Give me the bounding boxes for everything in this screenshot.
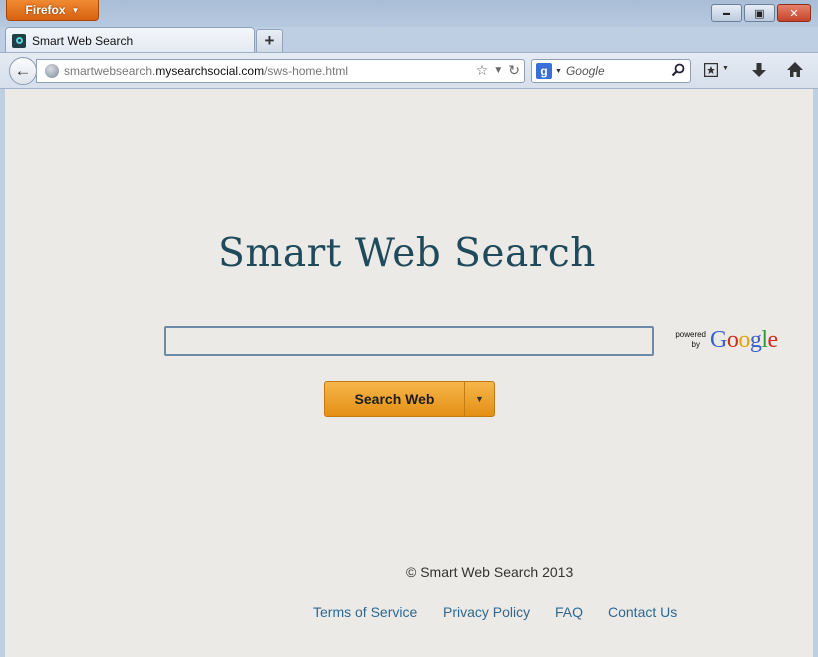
chevron-down-icon[interactable]: ▼ xyxy=(722,65,729,72)
search-input[interactable] xyxy=(164,326,654,356)
google-logo-letter: o xyxy=(726,327,739,353)
reload-icon[interactable]: ↻ xyxy=(508,62,520,79)
bookmarks-menu-icon[interactable] xyxy=(704,63,718,77)
search-placeholder: Google xyxy=(565,64,605,78)
window-controls: ▬ ▣ ✕ xyxy=(711,4,811,22)
chevron-down-icon[interactable]: ▼ xyxy=(555,68,562,75)
contact-us-link[interactable]: Contact Us xyxy=(608,604,677,620)
minimize-button[interactable]: ▬ xyxy=(711,4,742,22)
magnifier-icon[interactable] xyxy=(671,63,685,77)
url-domain: mysearchsocial.com xyxy=(155,64,265,78)
minimize-icon: ▬ xyxy=(723,9,730,17)
powered-by-google: powered by Google xyxy=(668,327,793,357)
google-logo-letter: o xyxy=(738,327,750,353)
firefox-menu-label: Firefox xyxy=(25,3,66,17)
search-web-button[interactable]: Search Web xyxy=(325,382,465,416)
download-icon[interactable] xyxy=(752,63,766,78)
globe-icon xyxy=(45,64,59,78)
google-logo-letter: e xyxy=(767,327,779,353)
history-dropdown-icon[interactable]: ▼ xyxy=(493,65,503,79)
google-engine-icon[interactable]: g xyxy=(536,63,552,79)
url-bar[interactable]: smartwebsearch.mysearchsocial.com/sws-ho… xyxy=(36,59,525,83)
powered-by-line2: by xyxy=(691,340,700,349)
restore-button[interactable]: ▣ xyxy=(744,4,775,22)
home-icon[interactable] xyxy=(787,62,803,77)
google-logo-letter: g xyxy=(749,327,762,353)
url-prefix: smartwebsearch. xyxy=(64,64,156,78)
page-title: Smart Web Search xyxy=(218,231,596,276)
plus-icon: + xyxy=(264,31,275,50)
firefox-menu-button[interactable]: Firefox ▼ xyxy=(6,0,99,21)
powered-by-label: powered by xyxy=(668,330,706,350)
url-bar-icons: ☆ ▼ ↻ xyxy=(476,62,520,79)
tab-label: Smart Web Search xyxy=(32,33,134,48)
back-arrow-icon: ← xyxy=(14,61,32,80)
navigation-toolbar: ← smartwebsearch.mysearchsocial.com/sws-… xyxy=(0,52,818,89)
google-logo: Google xyxy=(710,327,778,354)
url-path: /sws-home.html xyxy=(264,64,349,78)
faq-link[interactable]: FAQ xyxy=(555,604,583,620)
copyright-text: © Smart Web Search 2013 xyxy=(406,564,574,580)
bookmark-star-icon[interactable]: ☆ xyxy=(476,62,489,79)
page-content: Smart Web Search powered by Google Searc… xyxy=(5,89,813,657)
search-favicon-icon xyxy=(12,33,26,48)
tab-smart-web-search[interactable]: Smart Web Search xyxy=(5,27,255,53)
terms-of-service-link[interactable]: Terms of Service xyxy=(313,604,417,620)
new-tab-button[interactable]: + xyxy=(256,29,283,52)
back-button[interactable]: ← xyxy=(9,57,37,85)
google-logo-letter: G xyxy=(710,327,727,353)
search-bar[interactable]: g ▼ Google xyxy=(531,59,691,83)
restore-icon: ▣ xyxy=(754,7,765,20)
search-button-group: Search Web ▼ xyxy=(324,381,495,417)
chevron-down-icon: ▼ xyxy=(475,394,484,404)
close-window-button[interactable]: ✕ xyxy=(777,4,811,22)
privacy-policy-link[interactable]: Privacy Policy xyxy=(443,604,530,620)
powered-by-line1: powered xyxy=(675,330,706,339)
chevron-down-icon: ▼ xyxy=(71,5,80,15)
url-text: smartwebsearch.mysearchsocial.com/sws-ho… xyxy=(64,64,348,78)
search-options-dropdown[interactable]: ▼ xyxy=(465,382,494,416)
window-titlebar: Firefox ▼ ▬ ▣ ✕ xyxy=(0,0,818,27)
close-icon: ✕ xyxy=(789,7,799,20)
